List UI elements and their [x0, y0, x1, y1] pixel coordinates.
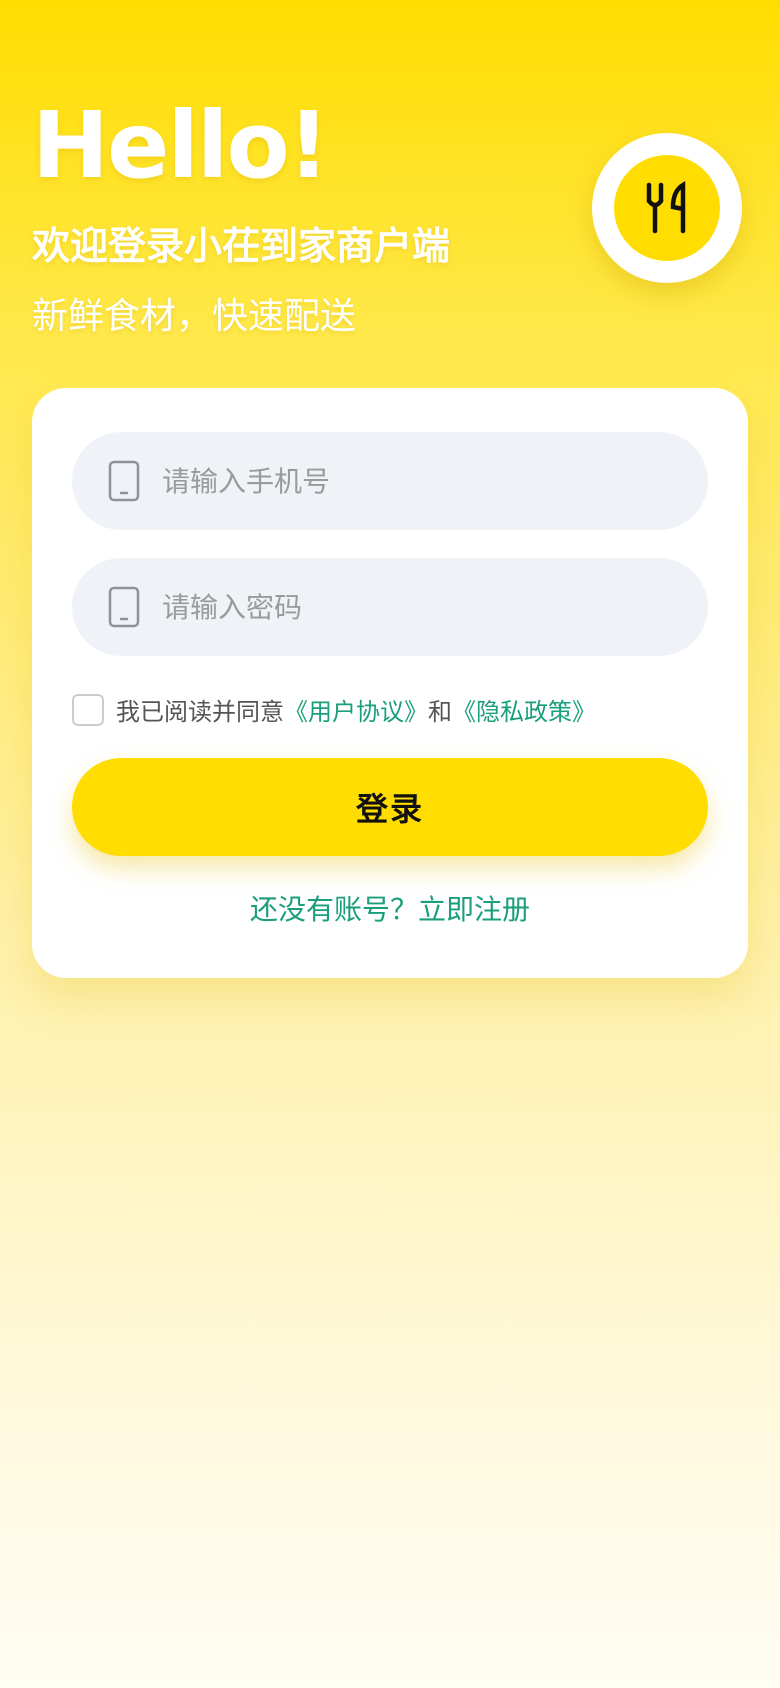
- password-input[interactable]: [162, 590, 642, 624]
- phone-input[interactable]: [162, 464, 642, 498]
- phone-field[interactable]: [72, 432, 708, 530]
- privacy-policy-link[interactable]: 《隐私政策》: [452, 692, 596, 727]
- phone-icon: [108, 460, 140, 502]
- logo-badge: [614, 155, 720, 261]
- agreement-conjunction: 和: [428, 698, 452, 726]
- welcome-text: 欢迎登录小茌到家商户端: [32, 224, 451, 268]
- register-link[interactable]: 还没有账号？立即注册: [32, 888, 748, 928]
- logo: [592, 133, 742, 283]
- slogan-text: 新鲜食材，快速配送: [32, 296, 357, 337]
- agreement-prefix: 我已阅读并同意: [116, 698, 284, 726]
- login-card: 我已阅读并同意 《用户协议》 和 《隐私政策》 登录 还没有账号？立即注册: [32, 388, 748, 978]
- agreement-row: 我已阅读并同意 《用户协议》 和 《隐私政策》: [72, 692, 596, 727]
- password-field[interactable]: [72, 558, 708, 656]
- user-agreement-link[interactable]: 《用户协议》: [284, 692, 428, 727]
- agreement-checkbox[interactable]: [72, 693, 104, 726]
- login-button[interactable]: 登录: [72, 758, 708, 856]
- greeting-title: Hello!: [32, 92, 330, 199]
- phone-icon: [108, 586, 140, 628]
- fork-knife-icon: [646, 181, 686, 234]
